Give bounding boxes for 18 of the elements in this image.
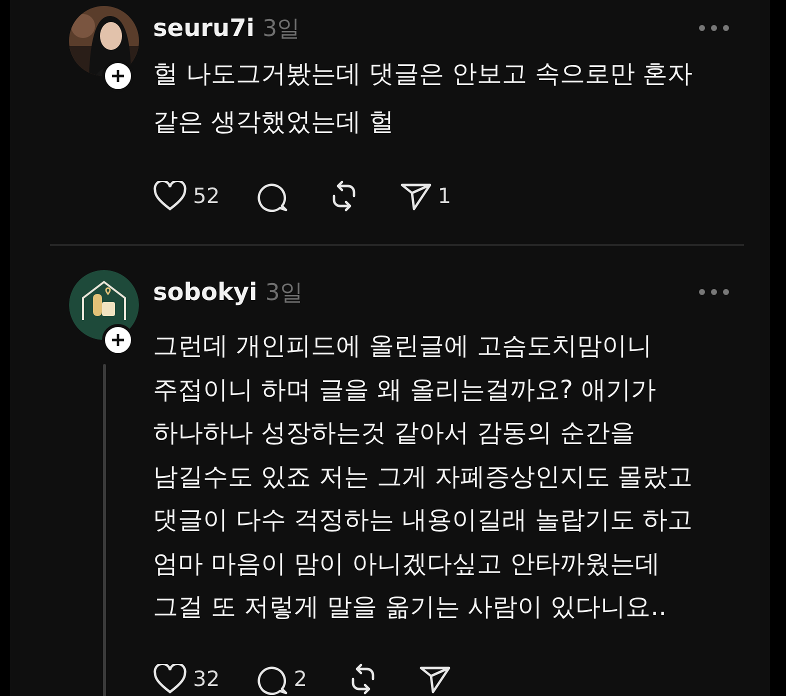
plus-icon xyxy=(111,333,125,347)
more-icon[interactable] xyxy=(698,288,730,296)
send-icon[interactable] xyxy=(400,181,432,211)
more-icon[interactable] xyxy=(698,24,730,32)
heart-icon[interactable] xyxy=(153,664,187,694)
heart-icon[interactable] xyxy=(153,181,187,211)
username[interactable]: sobokyi xyxy=(153,278,258,306)
comment-text: 헐 나도그거봤는데 댓글은 안보고 속으로만 혼자 같은 생각했었는데 헐 xyxy=(153,58,694,138)
share-count: 1 xyxy=(438,184,452,208)
timestamp: 3일 xyxy=(262,14,300,44)
username[interactable]: seuru7i xyxy=(153,14,254,42)
comment-text: 그런데 개인피드에 올린글에 고슴도치맘이니 주접이니 하며 글을 왜 올리는걸까요? 애기가 하나하나 성장하는것 같아서 감동의 순간을 남길수도 있죠 저는 그게 자폐증상인지도 몰랐고 댓글이 다수 걱정하는 내용이길래 놀랍기도 하고 엄마 마음이 맘이 아니겠다싶고 안타까웠는데 그걸 또 저렇게 말을 옮기는 사람이 있다니요.. xyxy=(153,330,694,623)
like-count: 52 xyxy=(193,184,220,208)
like-count: 32 xyxy=(193,666,220,690)
house-logo-icon xyxy=(69,270,139,340)
plus-icon xyxy=(111,69,125,83)
timestamp: 3일 xyxy=(265,278,303,308)
reply-count: 2 xyxy=(294,666,308,690)
